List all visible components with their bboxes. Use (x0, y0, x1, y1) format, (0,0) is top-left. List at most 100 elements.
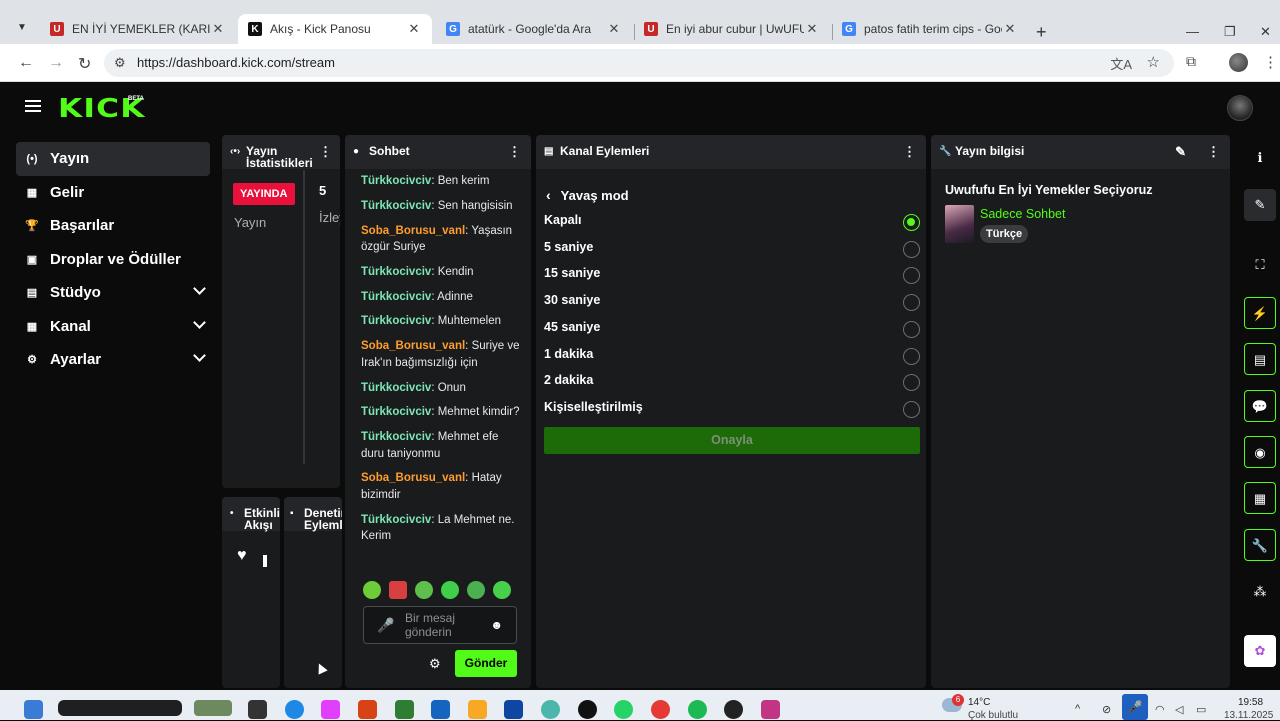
panel-menu-icon[interactable]: ⋮ (319, 144, 332, 160)
broadcast-icon[interactable]: ◉ (1244, 436, 1276, 468)
user-avatar[interactable] (1227, 95, 1253, 121)
browser-menu-icon[interactable]: ⋮ (1263, 53, 1278, 71)
emote-icon[interactable] (363, 581, 381, 599)
radio-button[interactable] (903, 374, 920, 392)
chat-username[interactable]: Türkkocivciv (361, 200, 431, 212)
chat-username[interactable]: Soba_Borusu_vanl (361, 340, 465, 352)
sidebar-item-basarilar[interactable]: 🏆 Başarılar (16, 209, 210, 243)
bookmark-star-icon[interactable]: ☆ (1147, 53, 1160, 71)
browser-tab-5[interactable]: G patos fatih terim cips - Google ✕ (832, 14, 1028, 44)
emote-icon[interactable] (467, 581, 485, 599)
file-explorer-icon[interactable] (468, 700, 487, 719)
radio-button[interactable] (903, 347, 920, 365)
sidebar-item-droplar[interactable]: ▣ Droplar ve Ödüller (16, 243, 210, 277)
store-icon[interactable] (504, 700, 523, 719)
media-app-icon[interactable] (724, 700, 743, 719)
chat-username[interactable]: Türkkocivciv (361, 382, 431, 394)
minimize-icon[interactable]: — (1186, 24, 1199, 39)
translate-icon[interactable]: 文A (1110, 54, 1132, 73)
category-thumbnail[interactable] (945, 205, 974, 243)
category-link[interactable]: Sadece Sohbet (980, 207, 1066, 221)
clock-time[interactable]: 19:58 (1238, 697, 1263, 708)
close-icon[interactable]: ✕ (210, 21, 226, 37)
edit-pencil-icon[interactable]: ✎ (1175, 144, 1186, 160)
whatsapp-icon[interactable] (614, 700, 633, 719)
close-icon[interactable]: ✕ (406, 21, 422, 37)
emote-icon[interactable] (415, 581, 433, 599)
widget-thumbnail[interactable] (194, 700, 232, 716)
close-icon[interactable]: ✕ (804, 21, 820, 37)
tiktok-icon[interactable] (578, 700, 597, 719)
send-button[interactable]: Gönder (455, 650, 517, 677)
radio-button[interactable] (903, 294, 920, 312)
browser-tab-4[interactable]: U En iyi abur cubur | UwUFUFU ✕ (634, 14, 830, 44)
restore-icon[interactable]: ❐ (1224, 24, 1236, 40)
sidebar-item-kanal[interactable]: ▦ Kanal (16, 310, 210, 344)
emote-icon[interactable] (389, 581, 407, 599)
close-window-icon[interactable]: ✕ (1260, 24, 1271, 40)
panel-menu-icon[interactable]: ⋮ (903, 144, 916, 160)
copilot-icon[interactable] (321, 700, 340, 719)
reload-icon[interactable]: ↻ (78, 54, 91, 74)
chat-username[interactable]: Türkkocivciv (361, 175, 431, 187)
close-icon[interactable]: ✕ (606, 21, 622, 37)
chat-username[interactable]: Soba_Borusu_vanl (361, 225, 465, 237)
chat-username[interactable]: Türkkocivciv (361, 406, 431, 418)
chat-username[interactable]: Türkkocivciv (361, 431, 431, 443)
emote-icon[interactable] (441, 581, 459, 599)
browser-tab-3[interactable]: G atatürk - Google'da Ara ✕ (436, 14, 632, 44)
slow-mode-back[interactable]: ‹ Yavaş mod (546, 187, 629, 203)
brain-icon[interactable]: ✿ (1244, 635, 1276, 667)
radio-button[interactable] (903, 240, 920, 258)
chat-settings-icon[interactable]: ⚙ (429, 656, 441, 672)
site-info-icon[interactable]: ⚙ (114, 55, 126, 71)
word-icon[interactable] (431, 700, 450, 719)
url-input[interactable]: ⚙ https://dashboard.kick.com/stream 文A ☆ (104, 49, 1174, 77)
sidebar-item-ayarlar[interactable]: ⚙ Ayarlar (16, 343, 210, 377)
chat-username[interactable]: Türkkocivciv (361, 315, 431, 327)
slow-mode-option[interactable]: 5 saniye (544, 240, 920, 260)
emoji-icon[interactable]: ☻ (490, 618, 503, 632)
volume-icon[interactable]: ◁ (1175, 703, 1183, 716)
close-icon[interactable]: ✕ (1002, 21, 1018, 37)
slow-mode-option[interactable]: 2 dakika (544, 373, 920, 393)
chat-message-input[interactable]: 🎤 Bir mesaj gönderin ☻ (363, 606, 517, 644)
slow-mode-option[interactable]: 30 saniye (544, 293, 920, 313)
wrench-rail-icon[interactable]: 🔧 (1244, 529, 1276, 561)
sidebar-item-yayin[interactable]: (•) Yayın (16, 142, 210, 176)
slow-mode-option[interactable]: 1 dakika (544, 347, 920, 367)
wifi-icon[interactable]: ◠ (1155, 703, 1165, 716)
microphone-icon[interactable]: 🎤 (377, 617, 394, 634)
chevron-down-icon[interactable] (193, 349, 206, 362)
emote-icon[interactable] (493, 581, 511, 599)
battery-icon[interactable]: ▭ (1196, 703, 1206, 716)
extensions-icon[interactable]: ⧉ (1186, 53, 1196, 70)
slow-mode-option[interactable]: Kişiselleştirilmiş (544, 400, 920, 420)
notifications-off-icon[interactable]: ⊘ (1102, 703, 1111, 716)
sidebar-item-gelir[interactable]: ▦ Gelir (16, 176, 210, 210)
chat-username[interactable]: Türkkocivciv (361, 514, 431, 526)
radio-button[interactable] (903, 267, 920, 285)
back-icon[interactable]: ← (18, 54, 34, 72)
chat-username[interactable]: Türkkocivciv (361, 291, 431, 303)
taskbar-search-box[interactable] (58, 700, 182, 716)
panel-menu-icon[interactable]: ⋮ (1207, 144, 1220, 160)
panel-menu-icon[interactable]: ⋮ (508, 144, 521, 160)
nodes-icon[interactable]: ⁂ (1244, 576, 1276, 608)
chevron-down-icon[interactable] (193, 282, 206, 295)
chevron-down-icon[interactable] (193, 315, 206, 329)
hamburger-menu-icon[interactable] (25, 100, 41, 112)
chat-username[interactable]: Soba_Borusu_vanl (361, 472, 465, 484)
browser-tab-2[interactable]: K Akış - Kick Panosu ✕ (238, 14, 432, 44)
forward-icon[interactable]: → (48, 54, 64, 72)
app-icon[interactable] (541, 700, 560, 719)
taskview-icon[interactable] (248, 700, 267, 719)
windows-start-icon[interactable] (24, 700, 43, 719)
new-tab-button[interactable]: + (1036, 23, 1047, 41)
instagram-icon[interactable] (761, 700, 780, 719)
excel-icon[interactable] (395, 700, 414, 719)
lightning-icon[interactable]: ⚡ (1244, 297, 1276, 329)
edge-icon[interactable] (285, 700, 304, 719)
confirm-button[interactable]: Onayla (544, 427, 920, 454)
slow-mode-option[interactable]: 15 saniye (544, 266, 920, 286)
